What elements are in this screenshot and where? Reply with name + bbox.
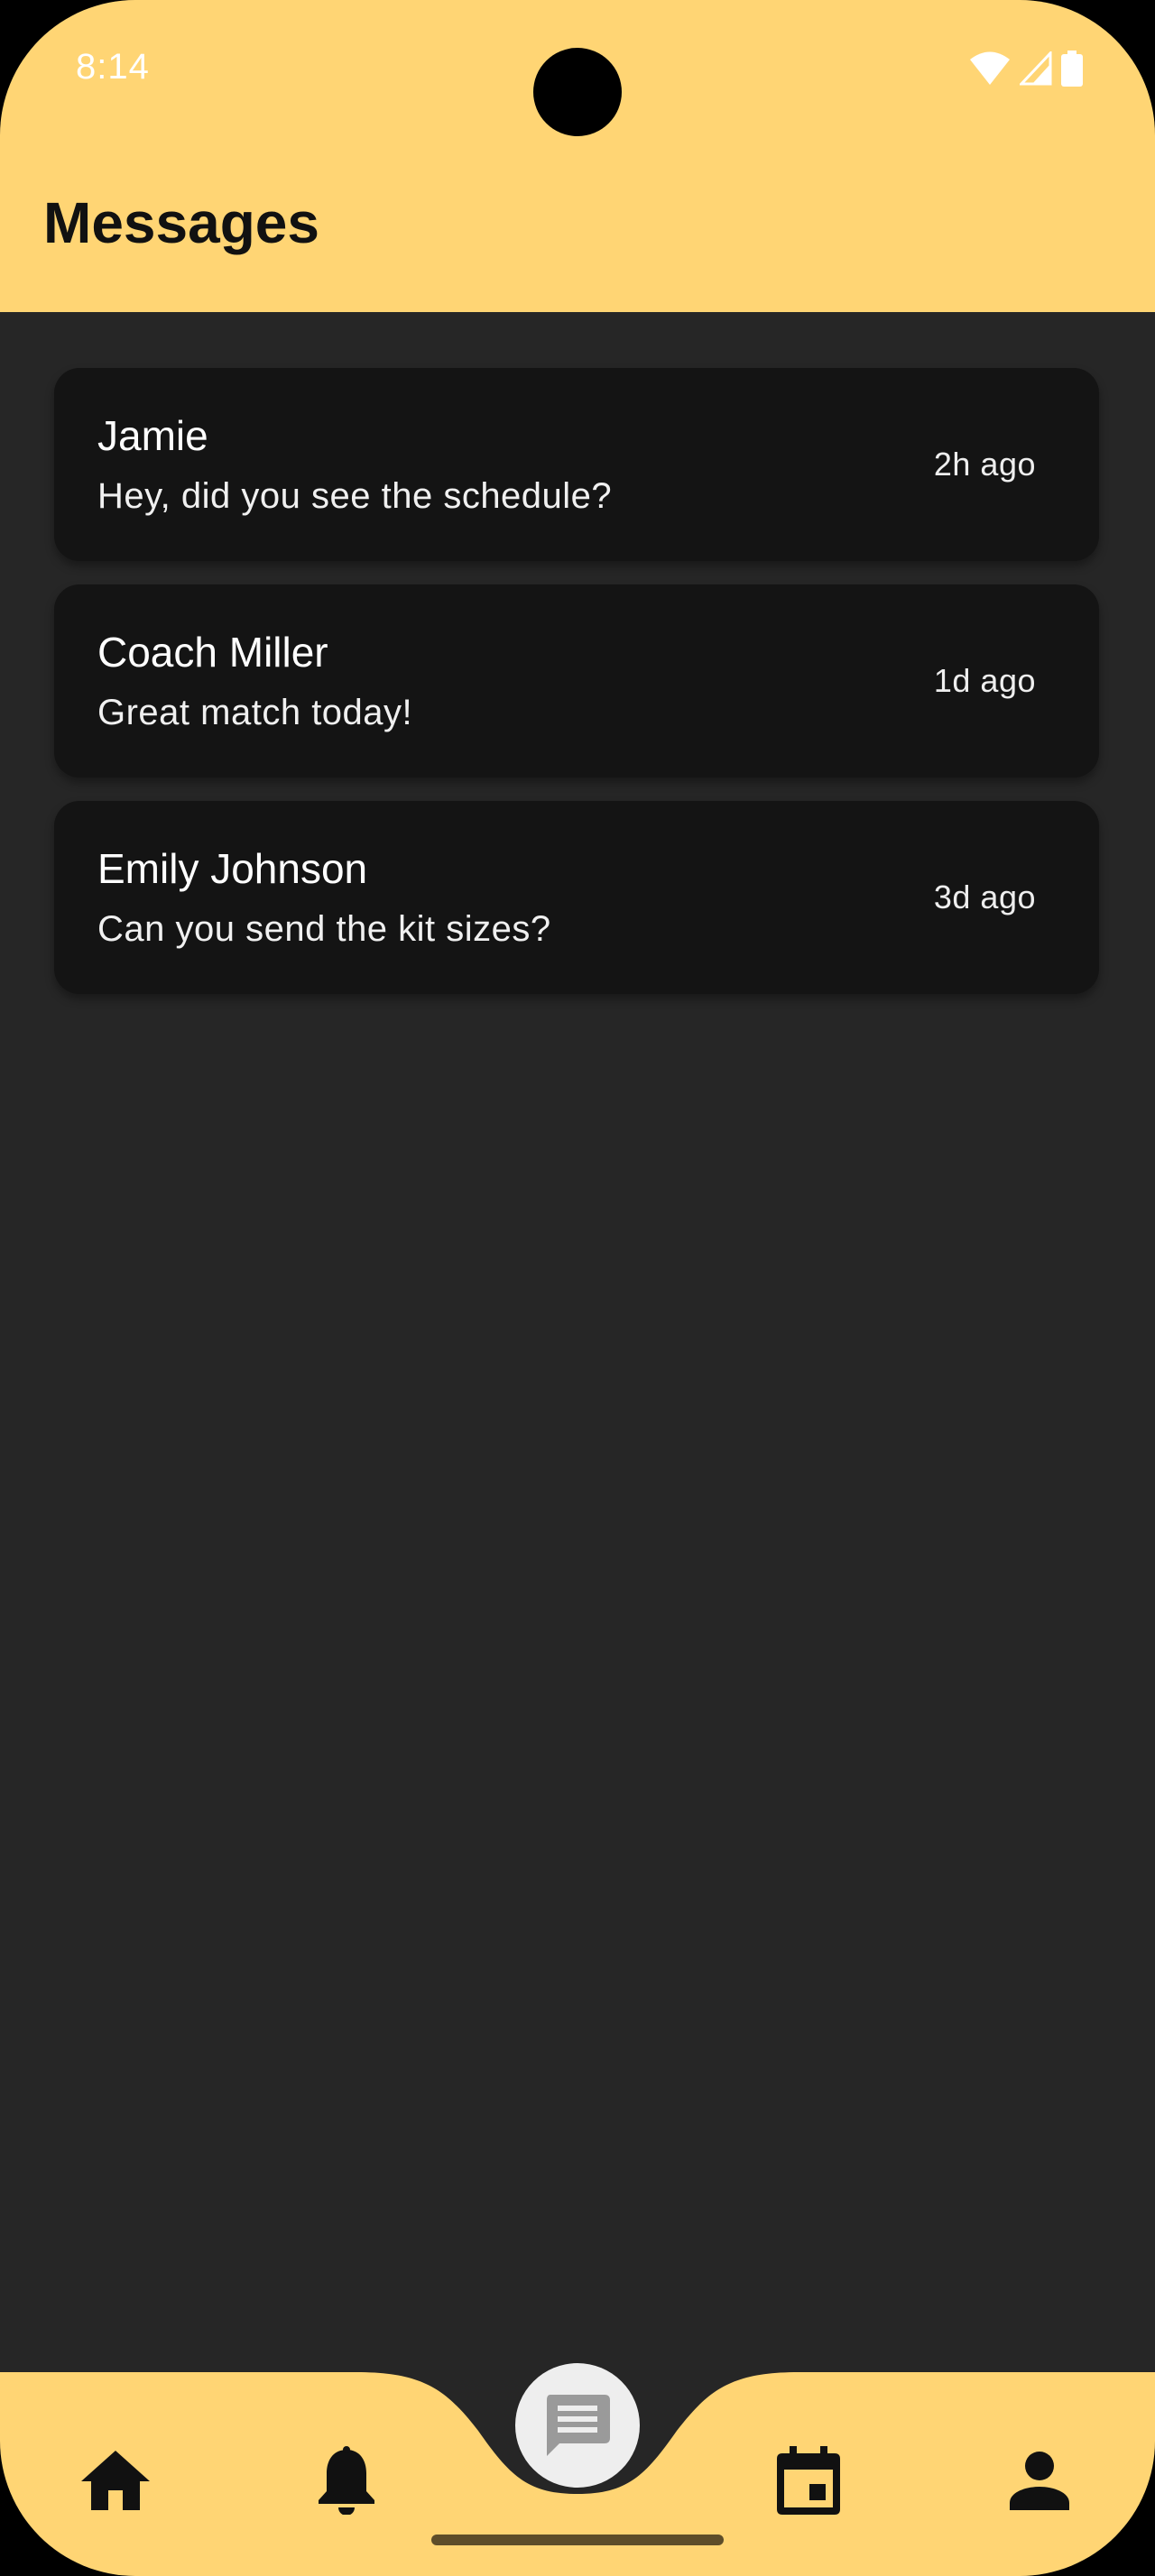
battery-icon xyxy=(1061,51,1083,87)
nav-home[interactable] xyxy=(72,2437,159,2524)
sender-name: Jamie xyxy=(97,412,208,459)
sender-name: Coach Miller xyxy=(97,629,328,676)
message-preview: Great match today! xyxy=(97,693,413,732)
message-card-coach-miller[interactable]: Coach Miller Great match today! 1d ago xyxy=(54,584,1099,777)
message-card-jamie[interactable]: Jamie Hey, did you see the schedule? 2h … xyxy=(54,368,1099,561)
sender-name: Emily Johnson xyxy=(97,845,368,892)
nav-notifications[interactable] xyxy=(303,2437,390,2524)
message-card-emily-johnson[interactable]: Emily Johnson Can you send the kit sizes… xyxy=(54,801,1099,994)
home-icon xyxy=(81,2451,150,2510)
message-time: 2h ago xyxy=(933,446,1036,483)
messages-screen: 8:14 Messages Jamie Hey, did you see the… xyxy=(0,0,1155,2576)
message-time: 3d ago xyxy=(933,879,1036,915)
page-title: Messages xyxy=(43,190,319,255)
person-icon xyxy=(1010,2452,1069,2510)
message-time: 1d ago xyxy=(933,662,1036,699)
nav-messages[interactable] xyxy=(515,2363,640,2488)
nav-profile[interactable] xyxy=(996,2437,1083,2524)
bell-icon xyxy=(319,2446,374,2515)
cellular-signal-icon xyxy=(1020,51,1052,86)
app-bar: 8:14 Messages xyxy=(0,0,1155,312)
chat-icon xyxy=(547,2395,610,2456)
wifi-icon xyxy=(970,51,1010,85)
home-indicator[interactable] xyxy=(431,2535,724,2545)
calendar-icon xyxy=(777,2446,840,2515)
message-preview: Hey, did you see the schedule? xyxy=(97,476,613,516)
status-icons xyxy=(969,51,1083,87)
camera-cutout xyxy=(533,48,622,136)
nav-calendar[interactable] xyxy=(765,2437,852,2524)
status-time: 8:14 xyxy=(76,47,150,87)
message-preview: Can you send the kit sizes? xyxy=(97,909,551,949)
message-list: Jamie Hey, did you see the schedule? 2h … xyxy=(54,368,1099,1017)
